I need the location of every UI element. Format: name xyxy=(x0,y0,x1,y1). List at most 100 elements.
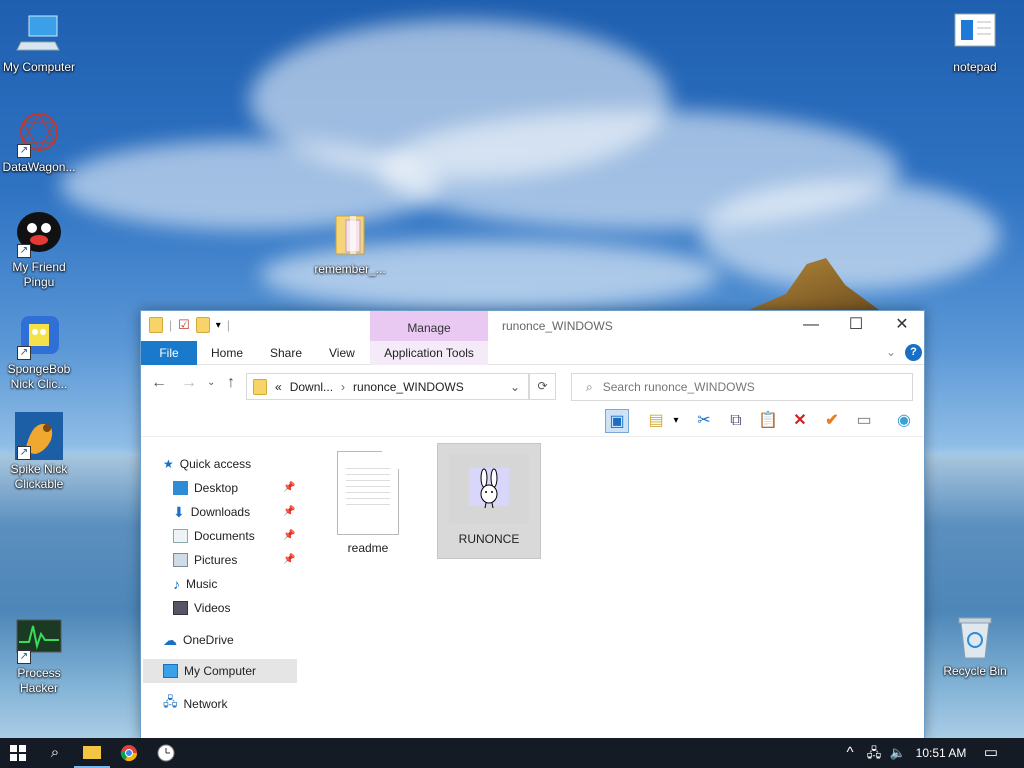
start-button[interactable] xyxy=(0,738,36,768)
nav-music[interactable]: ♪ Music xyxy=(173,573,308,595)
breadcrumb-downloads[interactable]: Downl... xyxy=(290,380,333,394)
expand-ribbon-icon[interactable]: ⌄ xyxy=(886,345,896,359)
new-folder-icon[interactable] xyxy=(195,317,210,333)
shortcut-arrow-icon: ↗ xyxy=(17,650,31,664)
nav-onedrive[interactable]: ☁ OneDrive xyxy=(163,629,298,651)
datawagon-icon: ↗ xyxy=(15,110,63,158)
shortcut-arrow-icon: ↗ xyxy=(17,144,31,158)
process-hacker-icon: ↗ xyxy=(15,616,63,664)
desktop-icon-my-computer[interactable]: My Computer xyxy=(0,10,78,75)
nav-network[interactable]: 🖧 Network xyxy=(163,693,298,715)
desktop-icon-datawagon[interactable]: ↗ DataWagon... xyxy=(0,110,78,175)
minimize-button[interactable]: — xyxy=(788,311,834,341)
notification-icon[interactable]: ▭ xyxy=(976,738,1006,768)
cloud-icon: ☁ xyxy=(163,631,177,648)
up-button[interactable]: ↑ xyxy=(227,374,235,392)
nav-my-computer[interactable]: My Computer xyxy=(143,659,297,683)
address-dropdown-icon[interactable]: ⌄ xyxy=(510,380,520,394)
desktop-icon-recycle-bin[interactable]: Recycle Bin xyxy=(936,614,1014,679)
computer-icon xyxy=(15,10,63,58)
clock[interactable]: 10:51 AM xyxy=(910,738,972,768)
refresh-button[interactable]: ⟳ xyxy=(529,373,556,400)
rename-icon[interactable]: ▭ xyxy=(852,409,876,433)
computer-icon xyxy=(163,664,178,678)
customize-toolbar-icon[interactable]: ▾ xyxy=(216,320,221,331)
desktop-icon-process-hacker[interactable]: ↗ Process Hacker xyxy=(0,616,78,696)
properties-view-icon[interactable]: ▤ xyxy=(644,409,668,433)
recent-locations-icon[interactable]: ⌄ xyxy=(207,377,215,388)
bunny-app-icon xyxy=(449,454,529,524)
desktop-icon-notepad[interactable]: notepad xyxy=(936,10,1014,75)
file-explorer-icon[interactable] xyxy=(74,738,110,768)
breadcrumb-separator-icon: › xyxy=(341,379,346,394)
paste-icon[interactable]: 📋 xyxy=(756,409,780,433)
tab-file[interactable]: File xyxy=(141,341,197,365)
nav-videos[interactable]: Videos xyxy=(173,597,308,619)
ribbon-tabs: File Home Share View Application Tools ⌄… xyxy=(141,341,924,365)
network-globe-icon[interactable]: ◉ xyxy=(892,409,916,433)
chrome-icon[interactable] xyxy=(111,738,147,768)
back-button[interactable]: ← xyxy=(151,374,167,392)
folder-icon[interactable] xyxy=(149,317,163,333)
nav-quick-access[interactable]: ★ Quick access xyxy=(163,453,298,475)
volume-icon[interactable]: 🔈 xyxy=(886,738,910,768)
spongebob-icon: ↗ xyxy=(15,312,63,360)
address-bar[interactable]: « Downl... › runonce_WINDOWS ⌄ xyxy=(246,373,529,400)
spike-icon: ↗ xyxy=(15,412,63,460)
dropdown-icon[interactable]: ▾ xyxy=(669,409,683,433)
tab-manage[interactable]: Manage xyxy=(370,311,488,341)
desktop-icon-spongebob[interactable]: ↗ SpongeBob Nick Clic... xyxy=(0,312,78,392)
windows-logo-icon xyxy=(10,745,26,761)
desktop-icon-pingu[interactable]: ↗ My Friend Pingu xyxy=(0,210,78,290)
pin-icon: 📌 xyxy=(283,530,296,541)
film-icon xyxy=(173,601,188,615)
properties-icon[interactable]: ☑ xyxy=(178,317,190,333)
pingu-icon: ↗ xyxy=(15,210,63,258)
tab-share[interactable]: Share xyxy=(270,341,302,365)
notepad-icon xyxy=(951,10,999,58)
download-arrow-icon: ⬇ xyxy=(173,503,185,520)
file-readme[interactable]: readme xyxy=(316,443,420,559)
folder-icon xyxy=(253,378,267,395)
quick-access-toolbar: | ☑ ▾ | xyxy=(149,317,230,333)
breadcrumb-runonce[interactable]: runonce_WINDOWS xyxy=(353,380,464,394)
pin-icon: 📌 xyxy=(283,482,296,493)
forward-button[interactable]: → xyxy=(181,374,197,392)
search-icon: ⌕ xyxy=(586,379,593,394)
recycle-bin-icon xyxy=(951,614,999,662)
documents-icon xyxy=(173,529,188,543)
breadcrumb-overflow[interactable]: « xyxy=(275,380,282,394)
window-title: runonce_WINDOWS xyxy=(502,319,613,333)
maximize-button[interactable]: ☐ xyxy=(833,311,879,341)
cut-icon[interactable]: ✂ xyxy=(692,409,716,433)
file-runonce[interactable]: RUNONCE xyxy=(437,443,541,559)
tab-view[interactable]: View xyxy=(329,341,355,365)
clock-app-icon[interactable] xyxy=(148,738,184,768)
help-icon[interactable]: ? xyxy=(905,344,922,361)
desktop-icon-remember[interactable]: remember_... xyxy=(311,212,389,277)
pin-icon: 📌 xyxy=(283,506,296,517)
search-icon[interactable]: ⌕ xyxy=(37,738,73,768)
check-icon[interactable]: ✔ xyxy=(820,409,844,433)
preview-pane-icon[interactable]: ▣ xyxy=(605,409,629,433)
file-name: readme xyxy=(347,541,389,555)
taskbar: ⌕ ^ 🖧 🔈 10:51 AM ▭ xyxy=(0,738,1024,768)
copy-icon[interactable]: ⧉ xyxy=(724,409,748,433)
music-note-icon: ♪ xyxy=(173,576,180,592)
explorer-window: | ☑ ▾ | Manage runonce_WINDOWS — ☐ ✕ Fil… xyxy=(140,310,925,740)
command-toolbar: ▣ ▤ ▾ ✂ ⧉ 📋 ✕ ✔ ▭ ◉ xyxy=(141,403,924,437)
desktop-icon-spike[interactable]: ↗ Spike Nick Clickable xyxy=(0,412,78,492)
pictures-icon xyxy=(173,553,188,567)
tab-application-tools[interactable]: Application Tools xyxy=(370,341,488,365)
tab-home[interactable]: Home xyxy=(211,341,243,365)
delete-icon[interactable]: ✕ xyxy=(788,409,812,433)
network-tray-icon[interactable]: 🖧 xyxy=(862,738,886,768)
pin-icon: 📌 xyxy=(283,554,296,565)
shortcut-arrow-icon: ↗ xyxy=(17,244,31,258)
search-placeholder: Search runonce_WINDOWS xyxy=(602,380,755,394)
folder-zip-icon xyxy=(326,212,374,260)
show-hidden-icons-icon[interactable]: ^ xyxy=(838,738,862,768)
search-box[interactable]: ⌕ Search runonce_WINDOWS xyxy=(571,373,913,401)
close-button[interactable]: ✕ xyxy=(879,311,925,341)
text-document-icon xyxy=(337,451,399,535)
